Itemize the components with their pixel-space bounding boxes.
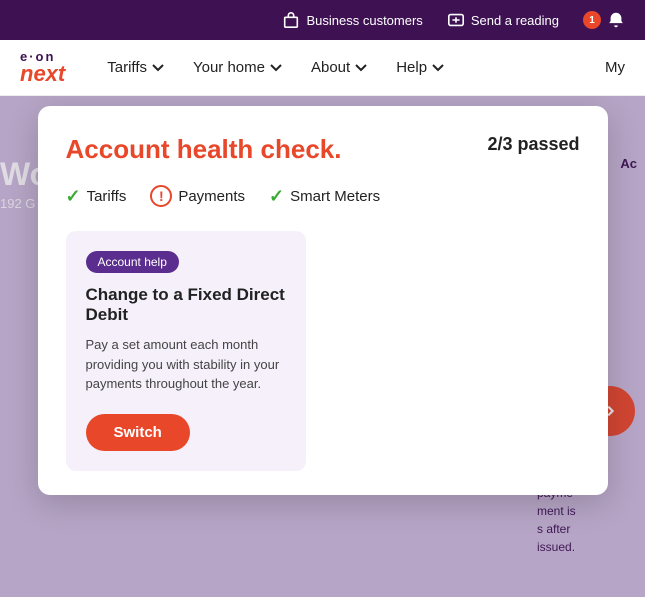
about-label: About (311, 59, 350, 76)
card-title: Change to a Fixed Direct Debit (86, 285, 286, 325)
meter-icon (447, 11, 465, 29)
nav-about[interactable]: About (299, 51, 380, 84)
tariffs-chevron-icon (151, 61, 165, 75)
health-check-modal: Account health check. 2/3 passed ✓ Tarif… (38, 106, 608, 495)
nav-bar: e·on next Tariffs Your home About Help M… (0, 40, 645, 96)
check-tariffs-icon: ✓ (66, 186, 81, 207)
modal-overlay: Account health check. 2/3 passed ✓ Tarif… (0, 96, 645, 597)
check-smart-meters-label: Smart Meters (290, 188, 380, 205)
business-icon (282, 11, 300, 29)
notification-bell[interactable]: 1 (583, 11, 625, 29)
check-tariffs: ✓ Tariffs (66, 186, 127, 207)
check-tariffs-label: Tariffs (87, 188, 127, 205)
check-smart-meters: ✓ Smart Meters (269, 186, 380, 207)
help-label: Help (396, 59, 427, 76)
help-chevron-icon (431, 61, 445, 75)
check-smart-meters-icon: ✓ (269, 186, 284, 207)
nav-tariffs[interactable]: Tariffs (95, 51, 177, 84)
switch-button[interactable]: Switch (86, 414, 190, 451)
nav-my[interactable]: My (605, 59, 625, 76)
recommendation-card: Account help Change to a Fixed Direct De… (66, 231, 306, 471)
check-payments-label: Payments (178, 188, 245, 205)
modal-checks-row: ✓ Tariffs ! Payments ✓ Smart Meters (66, 185, 580, 207)
your-home-label: Your home (193, 59, 265, 76)
nav-help[interactable]: Help (384, 51, 457, 84)
my-label: My (605, 59, 625, 76)
send-reading-link[interactable]: Send a reading (447, 11, 559, 29)
top-bar: Business customers Send a reading 1 (0, 0, 645, 40)
business-customers-label: Business customers (306, 13, 422, 28)
business-customers-link[interactable]: Business customers (282, 11, 422, 29)
your-home-chevron-icon (269, 61, 283, 75)
modal-score: 2/3 passed (487, 134, 579, 155)
modal-header: Account health check. 2/3 passed (66, 134, 580, 165)
bell-icon (607, 11, 625, 29)
card-description: Pay a set amount each month providing yo… (86, 335, 286, 394)
notification-count: 1 (583, 11, 601, 29)
logo[interactable]: e·on next (20, 50, 65, 85)
page-background: Wo 192 G Ac t paym payme ment is s after… (0, 96, 645, 597)
logo-next: next (20, 63, 65, 85)
about-chevron-icon (354, 61, 368, 75)
modal-title: Account health check. (66, 134, 342, 165)
check-payments: ! Payments (150, 185, 245, 207)
nav-items: Tariffs Your home About Help My (95, 51, 625, 84)
tariffs-label: Tariffs (107, 59, 147, 76)
nav-your-home[interactable]: Your home (181, 51, 295, 84)
check-payments-icon: ! (150, 185, 172, 207)
card-badge: Account help (86, 251, 179, 273)
send-reading-label: Send a reading (471, 13, 559, 28)
